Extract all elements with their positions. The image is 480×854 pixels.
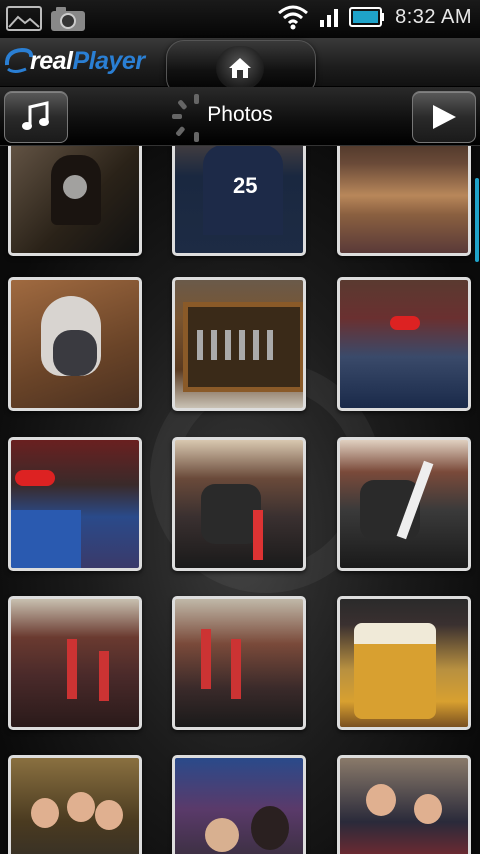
photo-thumbnail[interactable] [172,755,306,854]
home-icon [229,58,251,78]
page-title: Photos [207,103,273,126]
photo-thumbnail[interactable] [172,596,306,730]
photo-thumbnail[interactable] [8,277,142,411]
scrollbar[interactable] [475,178,479,262]
photo-thumbnail[interactable] [172,277,306,411]
photo-thumbnail[interactable] [337,146,471,256]
photo-thumbnail[interactable] [337,755,471,854]
photo-thumbnail[interactable] [8,437,142,571]
logo-text-prefix: real [30,46,73,75]
gallery-icon [6,6,42,31]
status-bar: 8:32 AM [0,0,480,38]
photo-thumbnail[interactable] [337,596,471,730]
home-button[interactable] [216,46,264,90]
camera-icon [51,7,85,31]
photo-thumbnail[interactable]: 25 [172,146,306,256]
photo-thumbnail[interactable] [172,437,306,571]
realplayer-logo: realPlayer [4,44,145,78]
photo-grid: 25 [0,146,480,854]
signal-icon [320,9,339,27]
logo-text-suffix: Player [72,46,145,75]
photo-thumbnail[interactable] [8,755,142,854]
photo-thumbnail[interactable] [8,146,142,256]
photo-thumbnail[interactable] [337,277,471,411]
status-time: 8:32 AM [395,5,472,28]
photo-thumbnail[interactable] [8,596,142,730]
wifi-icon [278,5,309,30]
battery-icon [349,7,385,27]
photo-thumbnail[interactable] [337,437,471,571]
